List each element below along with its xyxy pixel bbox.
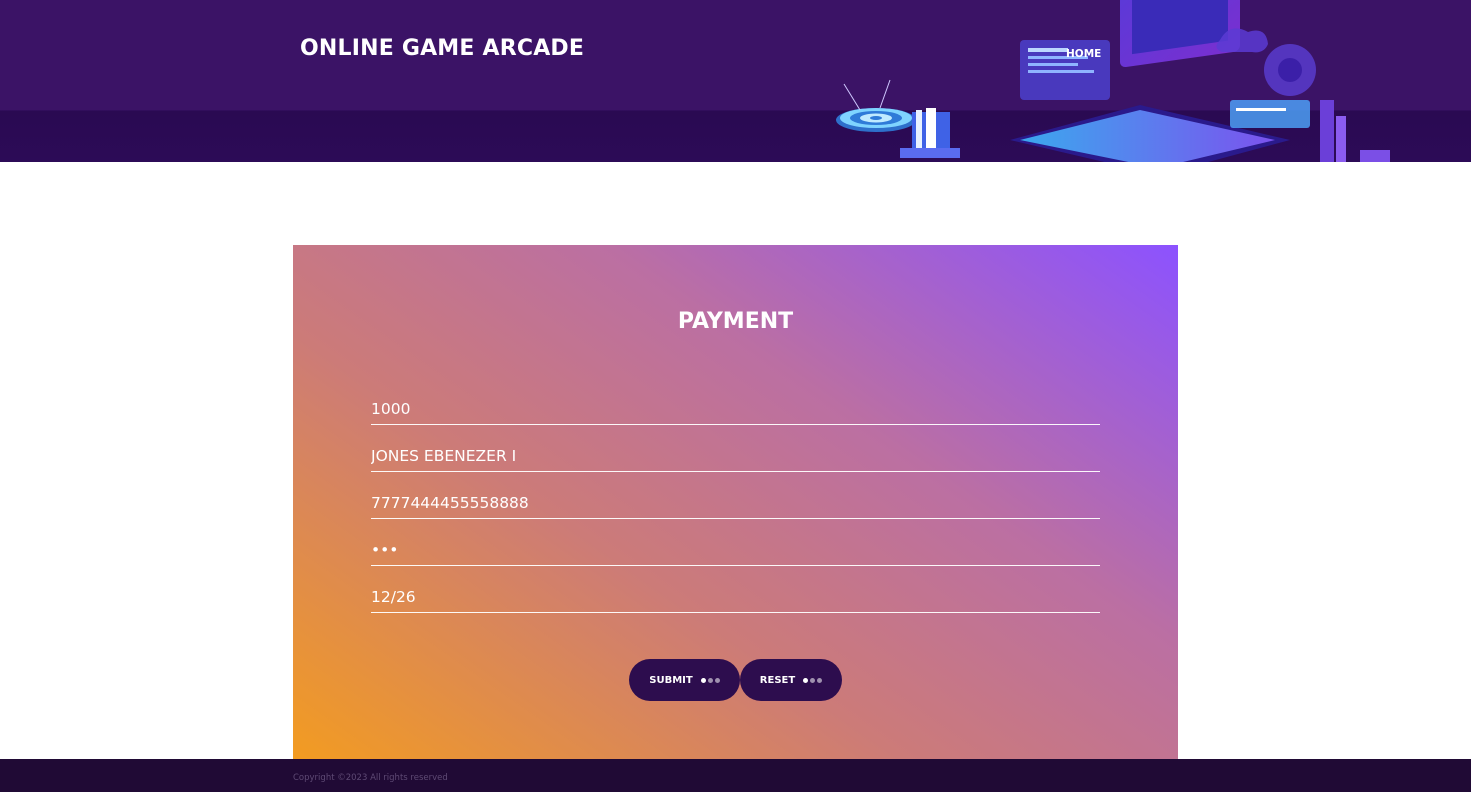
loading-dots-icon — [700, 677, 720, 683]
hero-illustration — [836, 0, 1390, 162]
card-holder-field — [371, 442, 1100, 472]
expiry-field — [371, 583, 1100, 613]
submit-button[interactable]: SUBMIT — [629, 659, 740, 701]
amount-input[interactable] — [371, 395, 1100, 423]
payment-card: PAYMENT SUBMIT RESET — [293, 245, 1178, 765]
loading-dots-icon — [803, 677, 823, 683]
reset-button-label: RESET — [759, 674, 796, 686]
copyright-text: Copyright ©2023 All rights reserved — [293, 773, 448, 783]
reset-button[interactable]: RESET — [740, 659, 842, 701]
expiry-input[interactable] — [371, 583, 1100, 611]
card-holder-input[interactable] — [371, 442, 1100, 470]
nav-home-link[interactable]: HOME — [1066, 48, 1101, 60]
site-header: ONLINE GAME ARCADE HOME — [0, 0, 1471, 162]
cvv-field — [371, 536, 1100, 566]
site-brand[interactable]: ONLINE GAME ARCADE — [300, 36, 584, 61]
amount-field — [371, 395, 1100, 425]
cvv-input[interactable] — [371, 536, 1100, 564]
card-number-input[interactable] — [371, 489, 1100, 517]
target-icon — [836, 79, 916, 132]
submit-button-label: SUBMIT — [649, 674, 693, 686]
card-number-field — [371, 489, 1100, 519]
laptop-illustration — [1010, 0, 1310, 162]
site-footer: Copyright ©2023 All rights reserved — [0, 759, 1471, 792]
payment-title: PAYMENT — [677, 309, 794, 334]
